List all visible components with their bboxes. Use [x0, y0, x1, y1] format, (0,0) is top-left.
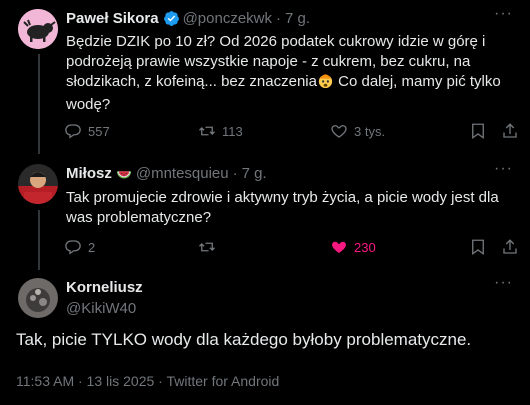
reply-count: 2 — [88, 239, 96, 255]
tweet-1[interactable]: Paweł Sikora @ponczekwk · 7 g. ··· Będzi… — [0, 0, 530, 154]
handle[interactable]: @mntesquieu — [136, 165, 229, 182]
retweet-button[interactable]: 113 — [198, 121, 243, 141]
tweet-header: @KikiW40 — [66, 300, 136, 317]
retweet-icon — [199, 242, 215, 252]
tweet-header: Paweł Sikora @ponczekwk · 7 g. — [66, 10, 310, 27]
display-name[interactable]: Miłosz — [66, 165, 112, 182]
more-options-icon[interactable]: ··· — [494, 5, 513, 23]
text-line: Będzie DZIK po 10 zł? Od 2026 podatek cu… — [66, 33, 486, 50]
tweet-text: Będzie DZIK po 10 zł? Od 2026 podatek cu… — [66, 32, 521, 115]
heart-filled-icon — [332, 241, 346, 253]
avatar[interactable] — [18, 278, 58, 318]
thread-line — [38, 210, 40, 270]
reply-count: 557 — [88, 123, 110, 139]
bookmark-icon[interactable] — [469, 122, 487, 145]
text-line: Tak promujecie zdrowie i aktywny tryb ży… — [66, 189, 499, 206]
text-line: wodę? — [66, 96, 111, 113]
reply-button[interactable]: 557 — [64, 121, 110, 141]
retweet-icon — [199, 126, 215, 136]
avatar[interactable] — [18, 164, 58, 204]
tweet-text: Tak promujecie zdrowie i aktywny tryb ży… — [66, 188, 526, 228]
reply-button[interactable]: 2 — [64, 237, 95, 257]
retweet-button[interactable] — [198, 237, 222, 257]
timestamp[interactable]: 7 g. — [285, 10, 310, 27]
text-line: słodzikach, z kofeiną... bez znaczenia C… — [66, 72, 521, 95]
tweet-2[interactable]: Miłosz @mntesquieu · 7 g. ··· Tak promuj… — [0, 152, 530, 270]
reply-icon — [65, 240, 81, 255]
separator-dot: · — [276, 10, 281, 27]
text-line: was problematyczne? — [66, 209, 212, 226]
verified-badge-icon — [163, 10, 180, 27]
share-icon[interactable] — [501, 122, 519, 145]
more-options-icon[interactable]: ··· — [494, 274, 513, 292]
main-tweet-text: Tak, picie TYLKO wody dla każdego byłoby… — [16, 330, 472, 349]
share-icon[interactable] — [501, 238, 519, 261]
like-button[interactable]: 3 tys. — [330, 121, 385, 141]
display-name[interactable]: Korneliusz — [66, 279, 143, 296]
heart-icon — [331, 125, 347, 138]
exploding-head-emoji — [317, 72, 334, 95]
more-options-icon[interactable]: ··· — [494, 160, 513, 178]
text-segment: Co dalej, mamy pić tylko — [333, 73, 501, 90]
timestamp[interactable]: 7 g. — [242, 165, 267, 182]
retweet-count: 113 — [222, 123, 243, 139]
watermelon-emoji — [116, 166, 132, 182]
action-bar: 557 113 3 tys. — [64, 121, 524, 141]
reply-icon — [65, 124, 81, 139]
handle[interactable]: @KikiW40 — [66, 300, 136, 317]
like-count: 3 tys. — [354, 123, 386, 139]
text-line: podrożeją prawie wszystkie napoje - z cu… — [66, 53, 471, 70]
thread-line — [38, 54, 40, 154]
like-count: 230 — [354, 239, 376, 255]
text-segment: słodzikach, z kofeiną... bez znaczenia — [66, 73, 317, 90]
tweet-header: Miłosz @mntesquieu · 7 g. — [66, 165, 267, 182]
like-button[interactable]: 230 — [330, 237, 376, 257]
avatar[interactable] — [18, 9, 58, 49]
tweet-meta[interactable]: 11:53 AM · 13 lis 2025 · Twitter for And… — [16, 373, 279, 389]
action-bar: 2 230 — [64, 237, 524, 257]
display-name[interactable]: Paweł Sikora — [66, 10, 159, 27]
separator-dot: · — [232, 165, 238, 182]
tweet-header: Korneliusz — [66, 279, 143, 296]
handle[interactable]: @ponczekwk — [183, 10, 272, 27]
bookmark-icon[interactable] — [469, 238, 487, 261]
